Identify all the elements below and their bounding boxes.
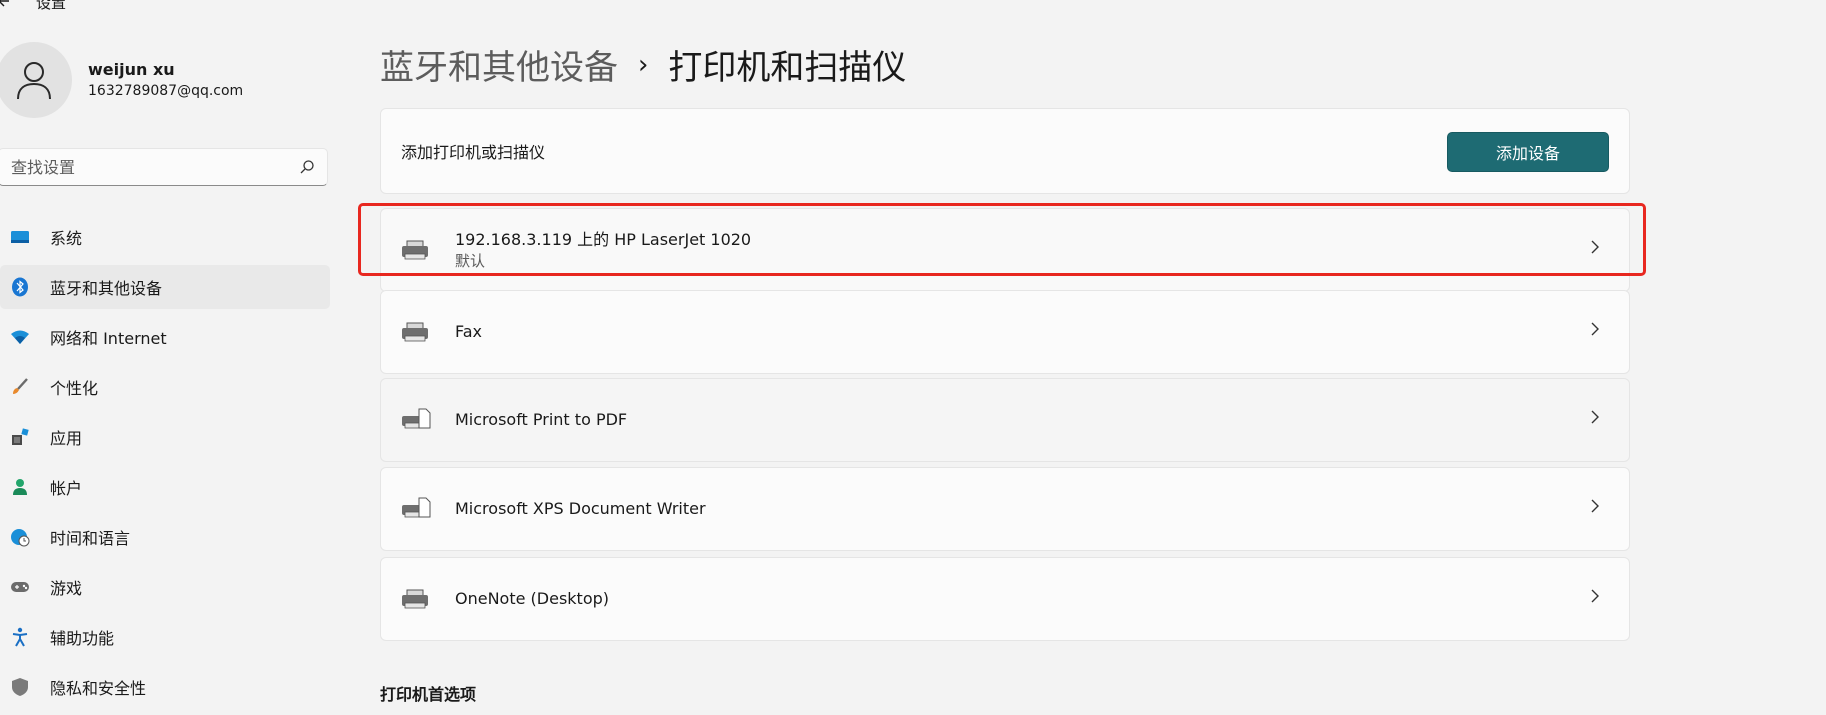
printer-name: OneNote (Desktop) <box>455 589 610 608</box>
breadcrumb-parent[interactable]: 蓝牙和其他设备 <box>380 40 618 89</box>
printer-icon <box>401 320 431 344</box>
account-icon <box>9 476 31 498</box>
sidebar-item-label: 帐户 <box>50 479 83 498</box>
printer-name: Microsoft Print to PDF <box>455 410 628 429</box>
sidebar-item-time-language[interactable]: 时间和语言 <box>0 515 330 559</box>
globe-clock-icon <box>9 526 31 548</box>
sidebar-nav: 系统 蓝牙和其他设备 网络和 Internet 个性化 应用 帐户 时间和语言 … <box>0 215 330 715</box>
person-icon <box>17 62 51 100</box>
printer-item-xps-writer[interactable]: Microsoft XPS Document Writer <box>380 467 1630 551</box>
search-box[interactable] <box>0 148 328 186</box>
printer-name: Fax <box>455 322 483 341</box>
bluetooth-icon <box>9 276 31 298</box>
sidebar-item-personalization[interactable]: 个性化 <box>0 365 330 409</box>
gamepad-icon <box>9 576 31 598</box>
chevron-right-icon <box>1589 409 1601 429</box>
back-arrow-icon[interactable] <box>0 0 22 12</box>
sidebar-item-label: 游戏 <box>50 579 83 598</box>
sidebar-item-label: 个性化 <box>50 379 99 398</box>
printer-item-print-to-pdf[interactable]: Microsoft Print to PDF <box>380 378 1630 462</box>
user-name: weijun xu <box>88 60 175 79</box>
sidebar-item-label: 辅助功能 <box>50 629 115 648</box>
printer-xps-icon <box>401 497 431 521</box>
add-device-button[interactable]: 添加设备 <box>1447 132 1609 172</box>
search-input[interactable] <box>9 156 283 178</box>
chevron-right-icon <box>1589 498 1601 518</box>
avatar <box>0 42 72 118</box>
search-icon[interactable] <box>299 159 315 179</box>
printer-item-onenote[interactable]: OneNote (Desktop) <box>380 557 1630 641</box>
sidebar-item-accounts[interactable]: 帐户 <box>0 465 330 509</box>
shield-icon <box>9 676 31 698</box>
sidebar-item-accessibility[interactable]: 辅助功能 <box>0 615 330 659</box>
sidebar-item-label: 时间和语言 <box>50 529 131 548</box>
window-title: 设置 <box>36 0 67 12</box>
sidebar-item-label: 蓝牙和其他设备 <box>50 279 163 298</box>
page-title: 打印机和扫描仪 <box>668 48 907 88</box>
printer-item-fax[interactable]: Fax <box>380 290 1630 374</box>
printer-icon <box>401 587 431 611</box>
sidebar-item-network[interactable]: 网络和 Internet <box>0 315 330 359</box>
add-printer-label: 添加打印机或扫描仪 <box>401 143 546 162</box>
sidebar-item-privacy[interactable]: 隐私和安全性 <box>0 665 330 709</box>
sidebar-item-gaming[interactable]: 游戏 <box>0 565 330 609</box>
printer-name: Microsoft XPS Document Writer <box>455 499 706 518</box>
highlight-box <box>358 203 1646 276</box>
system-icon <box>9 226 31 248</box>
printer-preferences-heading: 打印机首选项 <box>380 685 477 704</box>
sidebar-item-apps[interactable]: 应用 <box>0 415 330 459</box>
add-printer-card: 添加打印机或扫描仪 添加设备 <box>380 108 1630 194</box>
breadcrumb: 蓝牙和其他设备 › 打印机和扫描仪 <box>380 40 906 89</box>
breadcrumb-separator: › <box>638 49 649 80</box>
printer-pdf-icon <box>401 408 431 432</box>
sidebar-item-system[interactable]: 系统 <box>0 215 330 259</box>
sidebar-item-label: 网络和 Internet <box>50 329 167 348</box>
sidebar-item-label: 系统 <box>50 229 83 248</box>
sidebar-item-bluetooth[interactable]: 蓝牙和其他设备 <box>0 265 330 309</box>
wifi-icon <box>9 326 31 348</box>
user-email: 1632789087@qq.com <box>88 83 244 99</box>
brush-icon <box>9 376 31 398</box>
title-bar: 设置 <box>0 0 66 12</box>
chevron-right-icon <box>1589 321 1601 341</box>
user-profile[interactable]: weijun xu 1632789087@qq.com <box>0 42 243 118</box>
accessibility-icon <box>9 626 31 648</box>
sidebar-item-label: 应用 <box>50 429 83 448</box>
chevron-right-icon <box>1589 588 1601 608</box>
sidebar-item-label: 隐私和安全性 <box>50 679 147 698</box>
apps-icon <box>9 426 31 448</box>
